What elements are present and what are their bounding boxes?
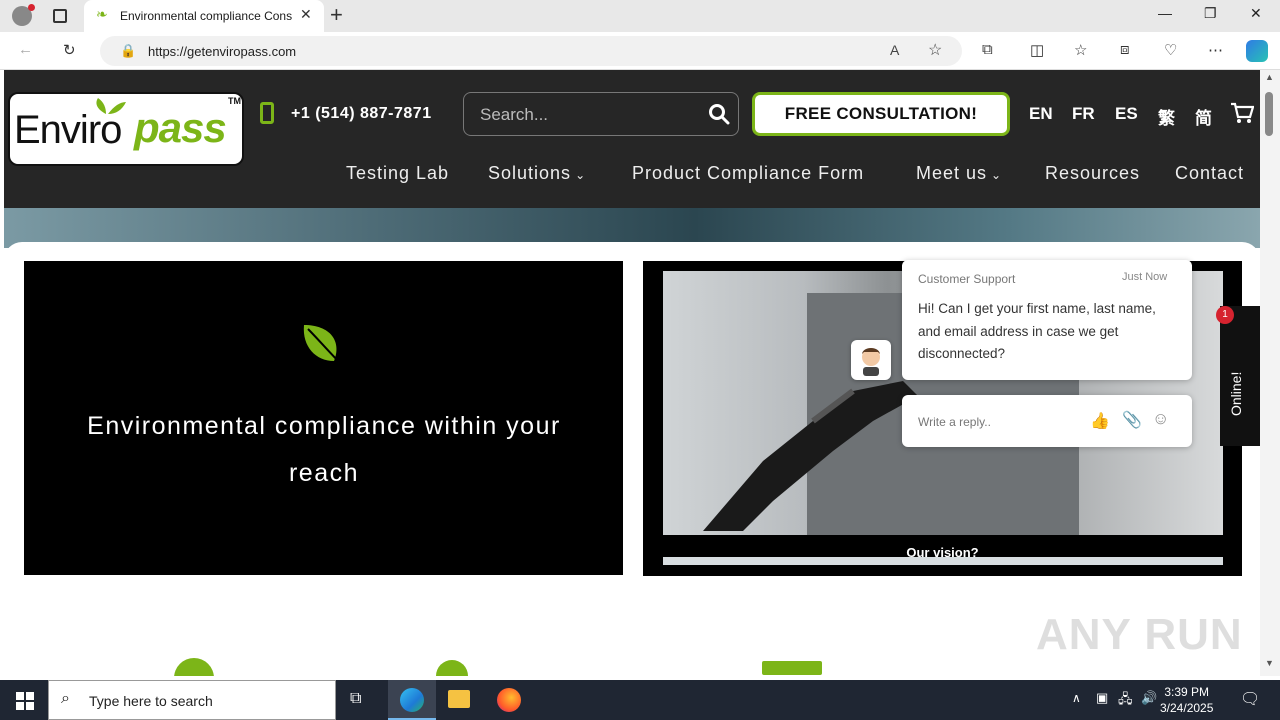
chat-agent-name: Customer Support <box>918 272 1016 286</box>
search-icon[interactable] <box>708 103 730 125</box>
chevron-down-icon: ⌄ <box>575 168 587 182</box>
back-icon[interactable]: ← <box>18 41 33 58</box>
more-menu-icon[interactable]: ⋯ <box>1208 41 1223 59</box>
video-progress-bar[interactable] <box>663 557 1223 565</box>
site-header: Enviro pass TM +1 (514) 887-7871 Search.… <box>4 70 1260 208</box>
lang-es[interactable]: ES <box>1115 104 1138 124</box>
lang-zh-simplified[interactable]: 简 <box>1195 104 1212 129</box>
scrollbar-thumb[interactable] <box>1265 92 1273 136</box>
nav-contact[interactable]: Contact <box>1175 163 1244 184</box>
hero-tagline-card: Environmental compliance within your rea… <box>24 261 623 575</box>
logo-pass-text: pass <box>134 104 227 151</box>
nav-product-compliance-form[interactable]: Product Compliance Form <box>632 163 864 184</box>
phone-icon <box>260 102 274 124</box>
scroll-down-icon[interactable]: ▼ <box>1265 658 1274 668</box>
anyrun-watermark: ANY RUN <box>1036 610 1243 659</box>
chat-online-tab[interactable]: Online! <box>1220 306 1260 446</box>
scroll-up-icon[interactable]: ▲ <box>1265 72 1274 82</box>
favorites-icon[interactable]: ☆ <box>1074 41 1087 59</box>
chat-online-label: Online! <box>1228 371 1244 416</box>
notifications-icon[interactable]: 🗨 <box>1240 689 1260 709</box>
volume-icon[interactable]: 🔊 <box>1141 690 1157 706</box>
agent-face-icon <box>862 348 880 376</box>
chat-reply-input[interactable]: Write a reply.. <box>918 415 991 429</box>
search-input[interactable]: Search... <box>480 105 548 125</box>
new-tab-icon[interactable]: + <box>330 2 343 28</box>
lock-icon[interactable]: 🔒 <box>120 43 136 59</box>
clock-time: 3:39 PM <box>1164 685 1210 699</box>
url-text[interactable]: https://getenviropass.com <box>148 44 296 59</box>
browser-tab-strip: ❧ Environmental compliance Cons ✕ + — ❐ … <box>0 0 1280 32</box>
chat-timestamp: Just Now <box>1122 271 1168 283</box>
web-page: Enviro pass TM +1 (514) 887-7871 Search.… <box>4 70 1260 676</box>
logo-tm: TM <box>228 96 241 106</box>
clock-date: 3/24/2025 <box>1160 701 1214 715</box>
nav-resources[interactable]: Resources <box>1045 163 1140 184</box>
favorite-star-icon[interactable]: ☆ <box>928 40 942 60</box>
copilot-icon[interactable] <box>1246 40 1268 62</box>
feature-icon-3 <box>762 661 822 675</box>
site-search[interactable]: Search... <box>463 92 739 136</box>
browser-toolbar: ← ↻ 🔒 https://getenviropass.com A ☆ ⧉ ◫ … <box>0 32 1280 70</box>
paperclip-icon[interactable]: 📎 <box>1122 410 1142 430</box>
address-bar[interactable]: 🔒 https://getenviropass.com A ☆ <box>100 36 962 66</box>
close-window-icon[interactable]: ✕ <box>1250 5 1262 22</box>
firefox-icon[interactable] <box>497 688 521 712</box>
tray-device-icon[interactable]: ▣ <box>1096 690 1108 706</box>
taskbar-search-icon: ⌕ <box>61 690 70 707</box>
chat-message-bubble: Customer Support Just Now Hi! Can I get … <box>902 260 1192 380</box>
lang-fr[interactable]: FR <box>1072 104 1095 124</box>
tray-chevron-icon[interactable]: ∧ <box>1072 691 1081 705</box>
hero-tagline: Environmental compliance within your rea… <box>87 412 561 487</box>
edge-icon <box>400 688 424 712</box>
task-view-icon[interactable]: ⧉ <box>350 690 361 708</box>
refresh-icon[interactable]: ↻ <box>63 41 76 59</box>
emoji-icon[interactable]: ☺ <box>1152 409 1169 429</box>
file-explorer-icon[interactable] <box>448 690 470 708</box>
leaf-icon <box>303 325 345 368</box>
notification-dot-icon <box>28 4 35 11</box>
minimize-icon[interactable]: — <box>1158 5 1172 21</box>
lang-zh-traditional[interactable]: 繁 <box>1158 104 1175 129</box>
thumbs-up-icon[interactable]: 👍 <box>1090 411 1110 431</box>
windows-start-icon[interactable] <box>16 692 34 710</box>
windows-taskbar: ⌕ Type here to search ⧉ ∧ ▣ 🖧 🔊 3:39 PM … <box>0 680 1280 720</box>
nav-solutions[interactable]: Solutions ⌄ <box>488 163 586 184</box>
nav-testing-lab[interactable]: Testing Lab <box>346 163 449 184</box>
chat-unread-badge: 1 <box>1216 306 1234 324</box>
nav-solutions-label: Solutions <box>488 163 572 183</box>
taskbar-clock[interactable]: 3:39 PM 3/24/2025 <box>1160 684 1213 716</box>
leaf-favicon-icon: ❧ <box>96 6 108 22</box>
chat-message-text: Hi! Can I get your first name, last name… <box>918 301 1156 361</box>
tab-title: Environmental compliance Cons <box>120 9 293 23</box>
enviropass-logo[interactable]: Enviro pass TM <box>8 92 244 166</box>
network-icon[interactable]: 🖧 <box>1118 690 1133 712</box>
nav-meet-us-label: Meet us <box>916 163 988 183</box>
logo-enviro-text: Enviro <box>14 108 122 152</box>
taskbar-search[interactable]: ⌕ Type here to search <box>48 680 336 720</box>
taskbar-search-input[interactable]: Type here to search <box>89 693 213 709</box>
cart-icon[interactable] <box>1230 102 1254 124</box>
robot-arm-image <box>703 381 918 531</box>
chevron-down-icon: ⌄ <box>991 168 1003 182</box>
phone-number[interactable]: +1 (514) 887-7871 <box>291 105 432 123</box>
maximize-icon[interactable]: ❐ <box>1204 5 1217 22</box>
browser-tab[interactable]: ❧ Environmental compliance Cons ✕ <box>84 0 324 32</box>
taskbar-edge[interactable] <box>388 680 436 720</box>
performance-icon[interactable]: ♡ <box>1164 41 1177 59</box>
split-screen-icon[interactable]: ◫ <box>1030 41 1044 59</box>
read-aloud-icon[interactable]: A <box>890 42 899 58</box>
agent-avatar <box>851 340 891 380</box>
free-consultation-button[interactable]: FREE CONSULTATION! <box>752 92 1010 136</box>
page-scrollbar[interactable]: ▲ ▼ <box>1260 70 1280 676</box>
nav-meet-us[interactable]: Meet us ⌄ <box>916 163 1002 184</box>
close-tab-icon[interactable]: ✕ <box>300 6 312 23</box>
tab-actions-icon[interactable] <box>53 9 67 23</box>
collections-icon[interactable]: ⧈ <box>1120 41 1130 58</box>
chat-reply-box[interactable]: Write a reply.. 👍 📎 ☺ <box>902 395 1192 447</box>
lang-en[interactable]: EN <box>1029 104 1053 124</box>
extensions-icon[interactable]: ⧉ <box>982 41 993 58</box>
